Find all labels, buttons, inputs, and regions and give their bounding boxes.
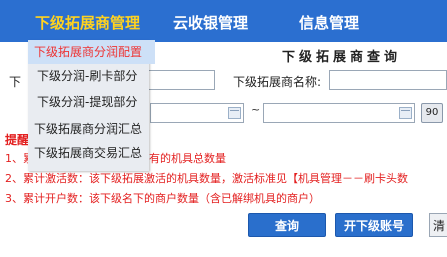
menu-item-profit-summary[interactable]: 下级拓展商分润汇总 bbox=[28, 117, 155, 141]
top-navigation-bar: 下级拓展商管理 云收银管理 信息管理 bbox=[0, 0, 447, 42]
menu-item-profit-config[interactable]: 下级拓展商分润配置 bbox=[28, 40, 155, 64]
menu-item-transaction-summary[interactable]: 下级拓展商交易汇总 bbox=[28, 141, 155, 165]
clear-button[interactable]: 清 bbox=[429, 213, 447, 237]
nav-item-info-management[interactable]: 信息管理 bbox=[299, 0, 359, 42]
calendar-icon[interactable] bbox=[399, 107, 412, 119]
dropdown-menu: 下级拓展商分润配置 下级分润-刷卡部分 下级分润-提现部分 下级拓展商分润汇总 … bbox=[28, 40, 155, 171]
expander-name-input[interactable] bbox=[329, 70, 447, 90]
calendar-icon[interactable] bbox=[228, 107, 241, 119]
start-date-input[interactable] bbox=[150, 103, 244, 123]
open-sub-account-button[interactable]: 开下级账号 bbox=[335, 213, 413, 237]
menu-item-profit-card-swipe[interactable]: 下级分润-刷卡部分 bbox=[28, 64, 158, 88]
note-item: 2、累计激活数：该下级拓展激活的机具数量，激活标准见【机具管理－－刷卡头数 bbox=[5, 172, 408, 185]
search-label-fragment: 下 bbox=[9, 75, 22, 89]
date-range-separator: ~ bbox=[251, 103, 261, 116]
menu-item-profit-withdrawal[interactable]: 下级分润-提现部分 bbox=[28, 90, 158, 114]
expander-name-label: 下级拓展商名称: bbox=[233, 75, 322, 89]
small-button[interactable]: 90 bbox=[421, 103, 443, 123]
notes-heading: 提醒 bbox=[5, 133, 30, 147]
page-title: 下级拓展商查询 bbox=[282, 50, 402, 65]
end-date-input[interactable] bbox=[263, 103, 415, 123]
query-button[interactable]: 查询 bbox=[248, 213, 326, 237]
nav-item-downline-expander-management[interactable]: 下级拓展商管理 bbox=[35, 0, 140, 42]
note-item: 有的机具总数量 bbox=[149, 152, 226, 165]
nav-item-cloud-cashier-management[interactable]: 云收银管理 bbox=[173, 0, 248, 42]
note-item: 3、累计开户数：该下级名下的商户数量（含已解绑机具的商户） bbox=[5, 192, 320, 205]
